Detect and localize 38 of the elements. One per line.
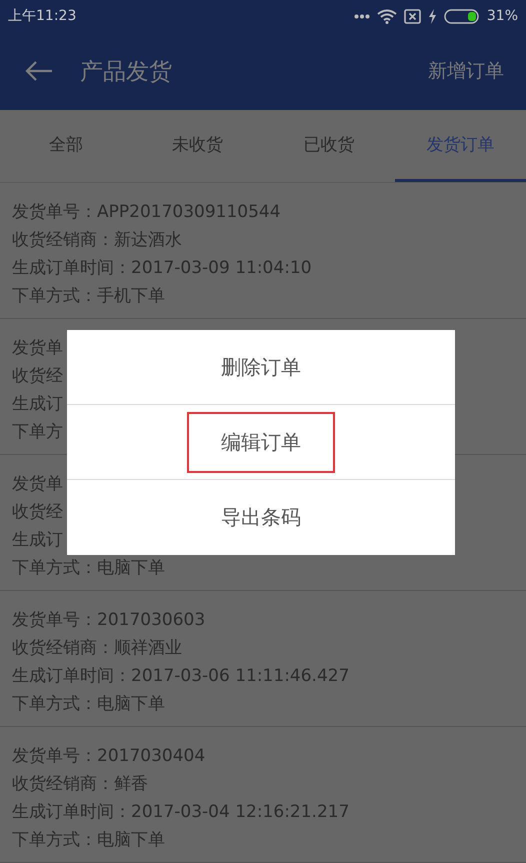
menu-option[interactable]: 编辑订单 — [187, 412, 335, 472]
order-detail-text: 收货经销商：鲜香 — [12, 773, 148, 796]
order-detail-text: 发货单号：2017030404 — [12, 745, 206, 768]
charging-icon — [428, 8, 437, 24]
tab[interactable]: 全部 — [0, 110, 132, 182]
battery-percent: 31% — [486, 8, 518, 24]
order-detail-text: 生成订 — [12, 393, 63, 416]
new-order-button[interactable]: 新增订单 — [428, 58, 504, 84]
menu-option[interactable]: 删除订单 — [187, 336, 335, 398]
tab[interactable]: 已收货 — [263, 110, 394, 182]
page-title: 产品发货 — [80, 58, 173, 86]
order-detail-text: 收货经销商：新达酒水 — [12, 229, 182, 252]
order-detail-text: 发货单 — [12, 337, 63, 360]
order-detail-text: 下单方式：电脑下单 — [12, 557, 165, 580]
order-detail-text: 下单方式：电脑下单 — [12, 829, 165, 852]
tab[interactable]: 发货订单 — [394, 110, 526, 182]
order-detail-text: 生成订单时间：2017-03-09 11:04:10 — [12, 257, 312, 280]
order-detail-text: 下单方 — [12, 421, 63, 444]
order-detail-text: 生成订 — [12, 529, 63, 552]
order-detail-text: 收货经 — [12, 501, 63, 524]
sim-blocked-icon — [404, 8, 421, 24]
menu-option[interactable]: 导出条码 — [187, 487, 335, 548]
order-detail-text: 下单方式：手机下单 — [12, 285, 165, 308]
back-arrow-icon — [24, 60, 54, 82]
back-button[interactable] — [24, 60, 54, 82]
battery-icon — [444, 8, 480, 24]
more-dots-icon — [354, 14, 370, 18]
order-detail-text: 发货单号：2017030603 — [12, 609, 206, 632]
order-detail-text: 收货经销商：顺祥酒业 — [12, 637, 182, 660]
order-detail-text: 生成订单时间：2017-03-04 12:16:21.217 — [12, 801, 350, 824]
order-detail-text: 收货经 — [12, 365, 63, 388]
order-detail-text: 生成订单时间：2017-03-06 11:11:46.427 — [12, 665, 350, 688]
tab[interactable]: 未收货 — [132, 110, 263, 182]
order-detail-text: 发货单号：APP20170309110544 — [12, 201, 281, 224]
status-time: 上午11:23 — [8, 7, 76, 25]
order-detail-text: 下单方式：电脑下单 — [12, 693, 165, 716]
order-detail-text: 发货单 — [12, 473, 63, 496]
wifi-icon — [376, 8, 397, 24]
